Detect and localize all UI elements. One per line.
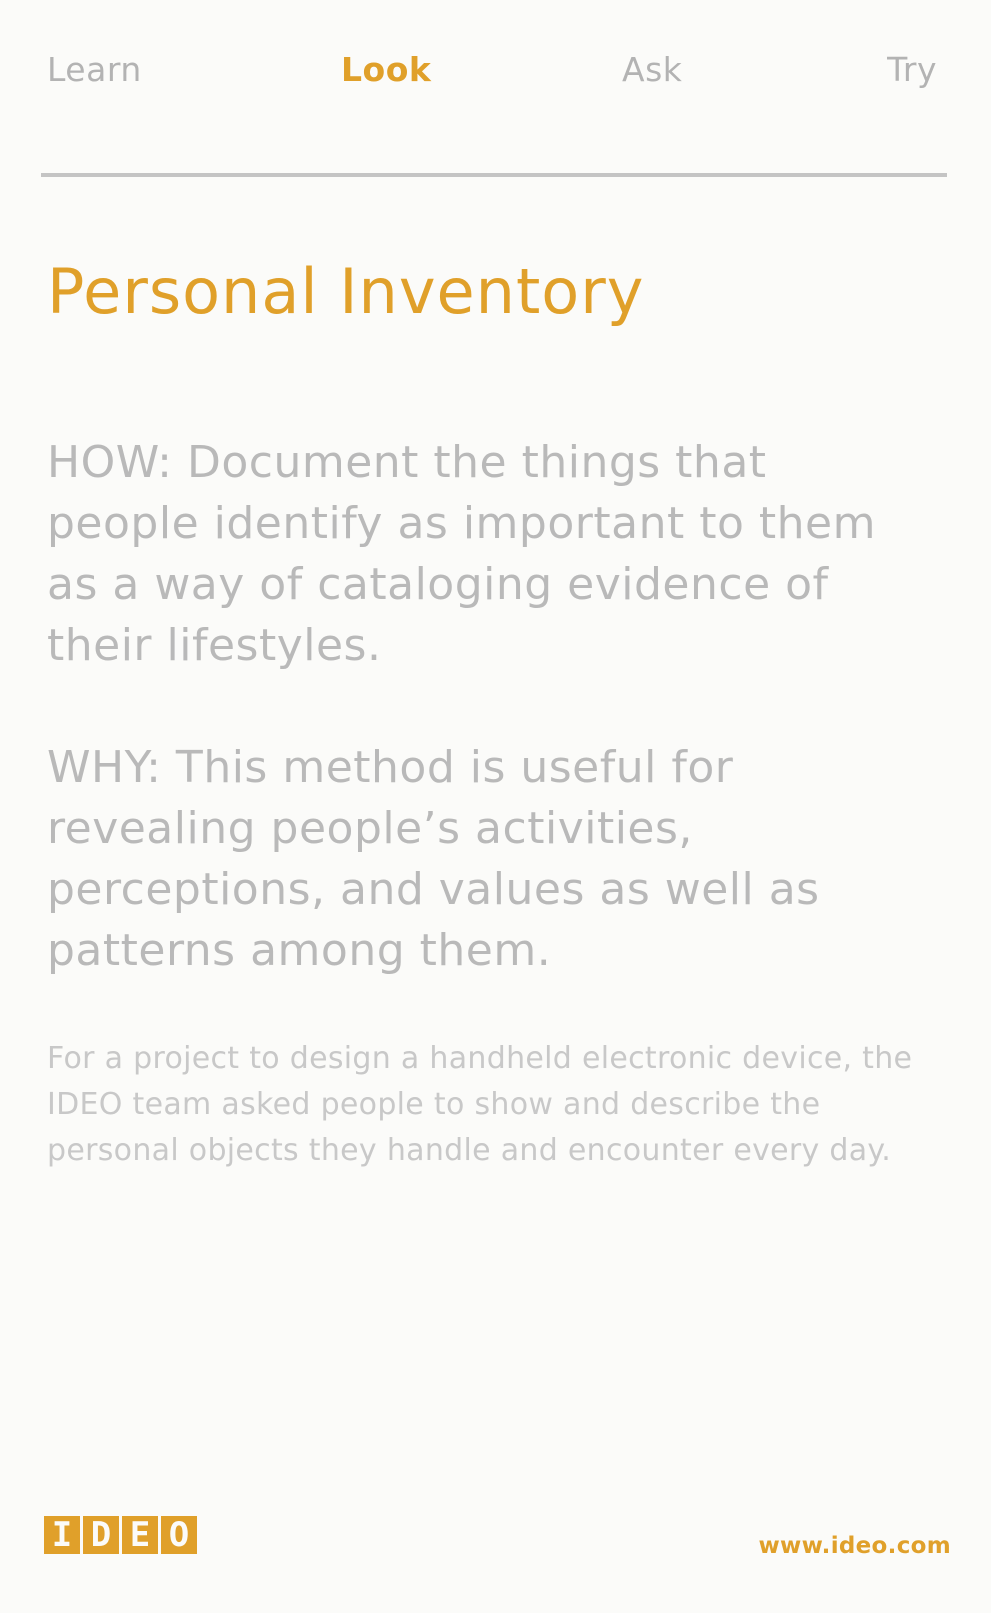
card-title: Personal Inventory — [47, 255, 645, 328]
nav-item-look[interactable]: Look — [341, 50, 431, 89]
website-link[interactable]: www.ideo.com — [759, 1533, 952, 1559]
nav-item-ask[interactable]: Ask — [622, 50, 682, 89]
logo-letter-i: I — [44, 1516, 80, 1554]
nav-divider — [41, 173, 947, 177]
how-text: HOW: Document the things that people ide… — [47, 437, 876, 671]
category-nav: Learn Look Ask Try — [47, 50, 937, 100]
logo-letter-d: D — [83, 1516, 119, 1554]
logo-letter-o: O — [161, 1516, 197, 1554]
why-text: WHY: This method is useful for revealing… — [47, 742, 820, 976]
nav-item-learn[interactable]: Learn — [47, 50, 142, 89]
logo-letter-e: E — [122, 1516, 158, 1554]
example-text: For a project to design a handheld elect… — [47, 1041, 913, 1168]
nav-item-try[interactable]: Try — [887, 50, 937, 89]
ideo-logo: I D E O — [44, 1516, 197, 1554]
